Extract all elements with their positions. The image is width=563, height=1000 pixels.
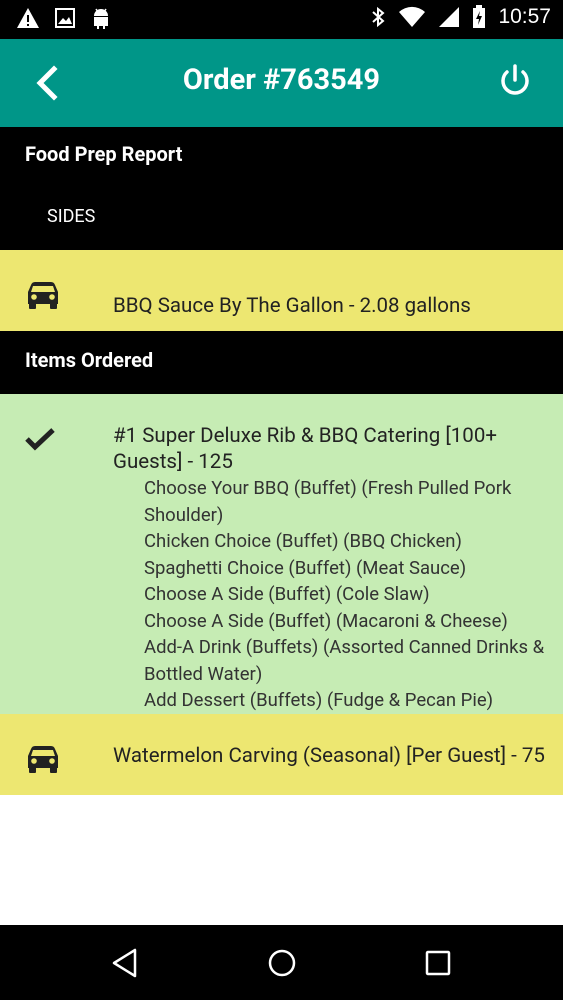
back-triangle-icon[interactable] [110,947,140,979]
signal-icon [439,7,460,27]
items-ordered-section-header: Items Ordered [0,331,563,394]
page-title: Order #763549 [182,63,381,97]
home-circle-icon[interactable] [266,947,298,979]
recents-square-icon[interactable] [423,947,453,979]
option-line: Choose Your BBQ (Buffet) (Fresh Pulled P… [144,477,512,526]
food-prep-heading: Food Prep Report [25,142,183,166]
option-line: Spaghetti Choice (Buffet) (Meat Sauce) [144,556,467,579]
item-text: #1 Super Deluxe Rib & BBQ Catering [100+… [113,424,497,474]
power-icon[interactable] [497,63,533,99]
android-icon [94,8,108,29]
clock-time: 10:57 [498,5,551,28]
option-line: Choose A Side (Buffet) (Cole Slaw) [144,583,430,605]
items-ordered-heading: Items Ordered [25,348,154,372]
list-item[interactable]: Watermelon Carving (Seasonal) [Per Guest… [0,714,563,795]
food-prep-section-header: Food Prep Report SIDES [0,127,563,250]
status-bar: 10:57 [0,0,563,39]
battery-icon [473,5,486,28]
app-bar: Order #763549 [0,39,563,127]
option-line: Chicken Choice (Buffet) (BBQ Chicken) [144,530,462,552]
wifi-icon [399,6,426,27]
car-icon [28,746,58,773]
image-icon [55,8,75,28]
category-label: SIDES [47,206,96,227]
item-text: Watermelon Carving (Seasonal) [Per Guest… [113,744,545,768]
item-text: BBQ Sauce By The Gallon - 2.08 gallons [113,294,471,318]
list-item[interactable]: BBQ Sauce By The Gallon - 2.08 gallons [0,250,563,331]
list-item[interactable]: #1 Super Deluxe Rib & BBQ Catering [100+… [0,394,563,714]
option-line: Add Dessert (Buffets) (Fudge & Pecan Pie… [144,689,494,711]
warning-icon [17,8,39,28]
car-icon [28,282,58,309]
option-line: Add-A Drink (Buffets) (Assorted Canned D… [144,636,545,685]
navigation-bar [0,925,563,1000]
bluetooth-icon [372,6,385,28]
check-icon [25,428,55,451]
option-line: Choose A Side (Buffet) (Macaroni & Chees… [144,609,508,632]
item-options: Choose Your BBQ (Buffet) (Fresh Pulled P… [144,475,553,714]
